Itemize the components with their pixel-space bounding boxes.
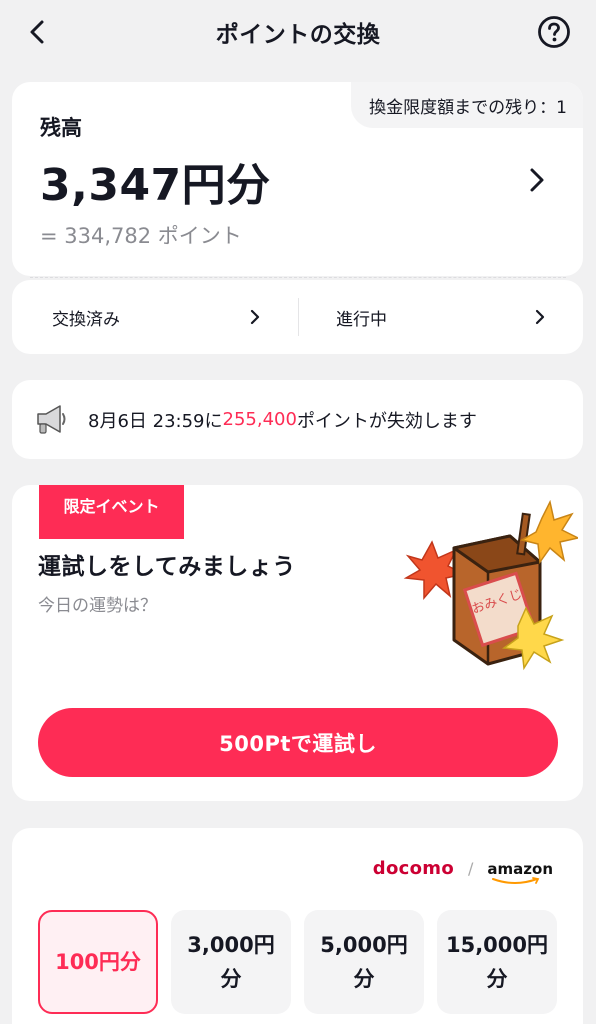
history-card: 交換済み 進行中 <box>12 280 583 354</box>
exchange-options-card: docomo / amazon 100円分 3,000円分 5,000円分 15… <box>12 828 583 1024</box>
balance-amount: 3,347円分 <box>40 160 271 211</box>
question-circle-icon <box>538 16 570 48</box>
megaphone-icon <box>37 405 66 434</box>
divider <box>298 298 299 336</box>
in-progress-link[interactable]: 進行中 <box>336 280 556 354</box>
in-progress-label: 進行中 <box>336 309 387 330</box>
header-bar: ポイントの交換 <box>0 0 596 64</box>
amount-option-100[interactable]: 100円分 <box>38 910 158 1014</box>
help-button[interactable] <box>536 14 572 50</box>
notice-prefix: 8月6日 23:59に <box>88 410 223 432</box>
limited-event-tag: 限定イベント <box>39 485 184 539</box>
balance-label: 残高 <box>40 116 82 140</box>
chevron-right-icon <box>250 309 260 325</box>
exchanged-link[interactable]: 交換済み <box>52 280 272 354</box>
amazon-logo: amazon <box>487 859 553 884</box>
notice-suffix: ポイントが失効します <box>296 410 477 432</box>
expiring-points: 255,400 <box>222 409 297 430</box>
expiry-notice-text: 8月6日 23:59に 255,400 ポイントが失効します <box>88 380 477 459</box>
brand-separator: / <box>468 859 474 878</box>
amazon-smile-icon <box>492 876 540 884</box>
docomo-logo: docomo <box>372 858 455 879</box>
chevron-right-icon[interactable] <box>522 165 552 195</box>
fortune-event-card: 限定イベント 運試しをしてみましょう 今日の運勢は？ おみくじ 500Ptで運試… <box>12 485 583 801</box>
dashed-separator <box>30 277 566 278</box>
event-subtitle: 今日の運勢は？ <box>38 596 157 616</box>
try-fortune-button[interactable]: 500Ptで運試し <box>38 708 558 777</box>
amount-option-5000[interactable]: 5,000円分 <box>304 910 424 1014</box>
event-title: 運試しをしてみましょう <box>38 554 296 580</box>
amount-option-3000[interactable]: 3,000円分 <box>171 910 291 1014</box>
page-title: ポイントの交換 <box>215 22 381 48</box>
chevron-left-icon <box>30 20 44 44</box>
exchange-limit-badge: 換金限度額までの残り：1 <box>351 82 583 128</box>
chevron-right-icon <box>535 309 545 325</box>
brand-logos: docomo / amazon <box>372 858 553 884</box>
amount-option-15000[interactable]: 15,000円分 <box>437 910 557 1014</box>
omikuji-box-illustration: おみくじ <box>403 500 578 671</box>
exchanged-label: 交換済み <box>52 309 120 330</box>
amazon-logo-text: amazon <box>487 859 553 878</box>
balance-points: = 334,782 ポイント <box>40 224 242 248</box>
back-button[interactable] <box>20 14 56 50</box>
expiry-notice: 8月6日 23:59に 255,400 ポイントが失効します <box>12 380 583 459</box>
